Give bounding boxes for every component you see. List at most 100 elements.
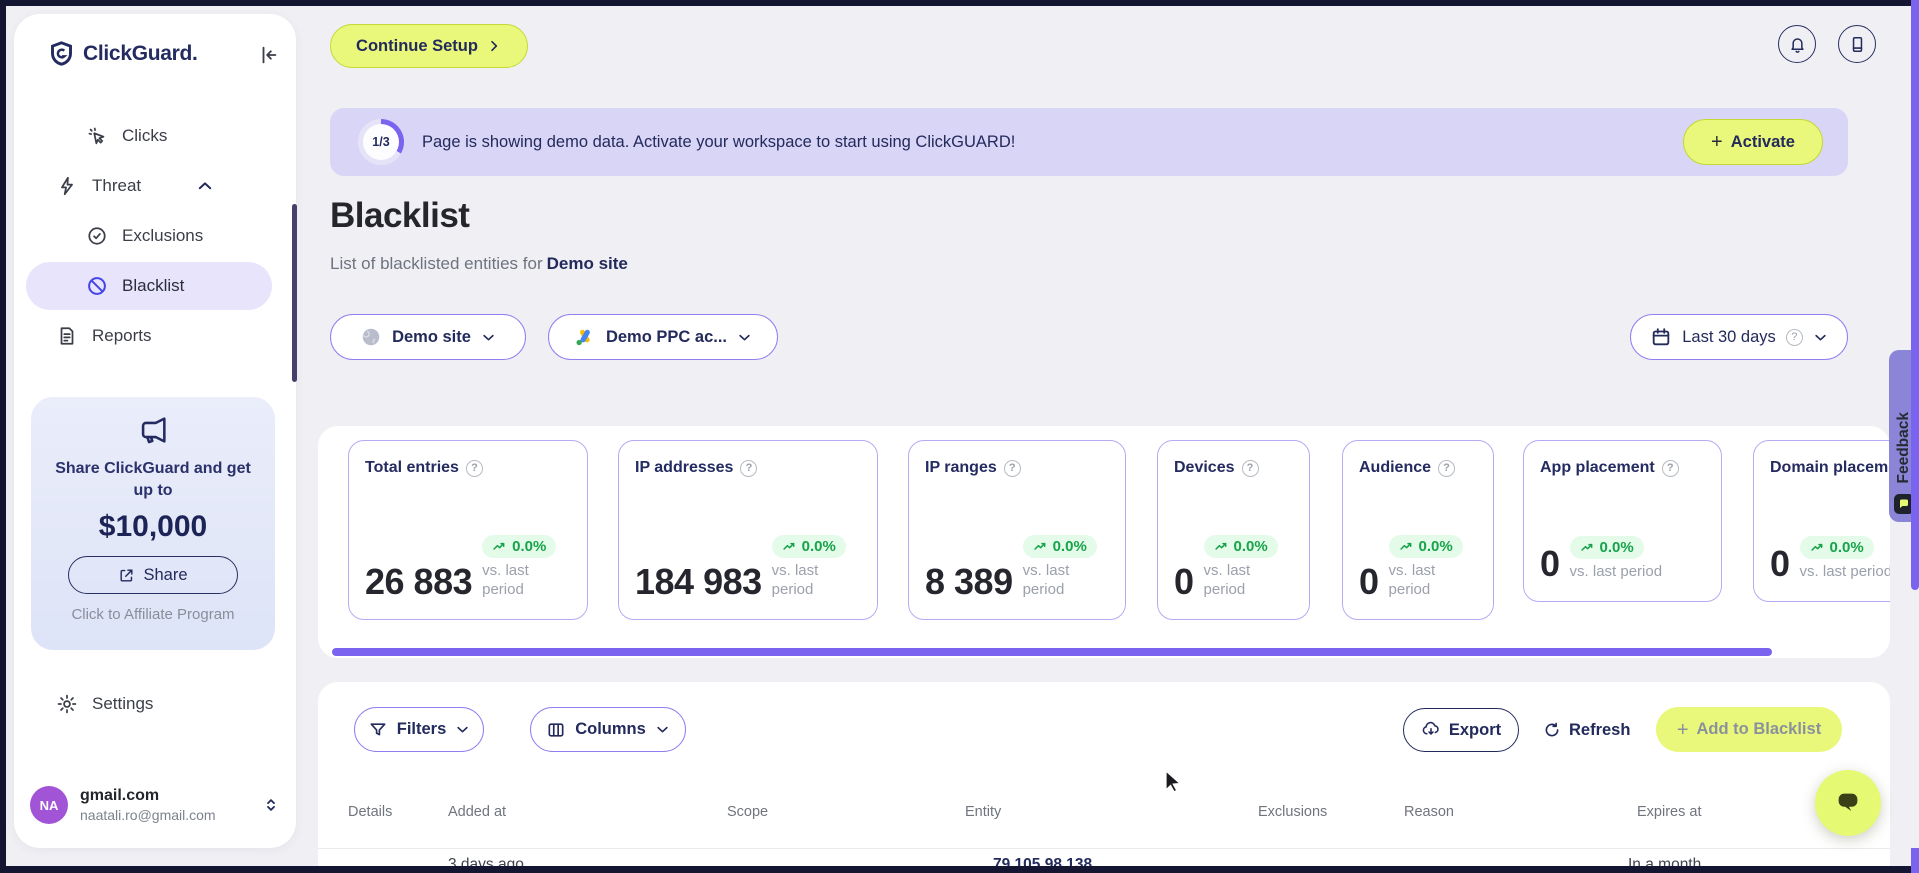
chevron-down-icon [483,334,494,340]
stat-value: 0 [1770,542,1790,584]
app-window: ClickGuard. Clicks Threat Exclusions Bla… [6,6,1919,866]
delta-note: vs. last period [1569,563,1663,580]
stat-card-audience: Audience? 0 0.0% vs. last period [1342,440,1494,620]
add-to-blacklist-button[interactable]: + Add to Blacklist [1656,707,1842,752]
promo-amount: $10,000 [98,510,208,543]
continue-setup-button[interactable]: Continue Setup [330,24,528,68]
cursor-click-icon [88,127,105,145]
sidebar-item-label: Threat [92,176,142,195]
delta-note: vs. last period [1022,562,1070,598]
stat-card-app-placement: App placement? 0 0.0% vs. last period [1523,440,1722,602]
account-name: gmail.com [80,787,160,804]
sidebar-collapse-icon[interactable] [258,44,280,66]
brand-name: ClickGuard. [83,41,198,65]
globe-icon [362,328,380,346]
stat-label: App placement [1540,459,1655,476]
cards-horizontal-scrollbar[interactable] [332,648,1772,656]
blacklist-table-panel: Filters Columns Export Refresh + Add to … [318,682,1890,866]
stat-card-domain-placement: Domain placement? 0 0.0% vs. last period [1753,440,1890,602]
clickguard-shield-icon [51,41,72,66]
google-ads-icon [576,329,590,346]
stat-label: Domain placement [1770,459,1890,476]
stats-panel: Total entries? 26 883 0.0% vs. last peri… [318,426,1890,658]
account-switcher[interactable]: NA gmail.com naatali.ro@gmail.com [30,786,280,824]
stat-label: IP ranges [925,459,997,476]
book-icon [1852,36,1862,52]
sidebar-item-label: Clicks [122,126,168,145]
delta-note: vs. last period [482,562,529,598]
sidebar-item-reports[interactable]: Reports [56,316,152,356]
sidebar-item-blacklist[interactable]: Blacklist [26,262,272,310]
sidebar-scrollbar[interactable] [292,204,297,382]
delta-badge: 0.0% [771,535,846,558]
column-header-entity[interactable]: Entity [965,804,1001,820]
sidebar-item-label: Settings [92,694,154,713]
help-icon[interactable]: ? [465,459,483,477]
refresh-button[interactable]: Refresh [1543,708,1630,752]
site-selector[interactable]: Demo site [330,314,526,360]
table-header-divider [318,848,1890,849]
brand-logo: ClickGuard. [48,40,198,67]
stat-value: 184 983 [635,560,762,602]
sidebar-item-settings[interactable]: Settings [56,684,153,724]
help-icon[interactable]: ? [1241,459,1259,477]
help-icon[interactable]: ? [1661,459,1679,477]
sidebar-item-label: Blacklist [122,276,185,295]
cloud-download-icon [1422,721,1439,735]
column-header-reason[interactable]: Reason [1404,804,1454,820]
stat-card-total-entries: Total entries? 26 883 0.0% vs. last peri… [348,440,588,620]
share-button[interactable]: Share [68,556,238,594]
columns-label: Columns [575,720,646,738]
delta-badge: 0.0% [1388,535,1463,558]
docs-button[interactable] [1838,25,1876,63]
column-header-expires-at[interactable]: Expires at [1637,804,1701,820]
calendar-icon [1652,328,1670,346]
affiliate-promo-card[interactable]: Share ClickGuard and get up to $10,000 S… [31,397,275,650]
sidebar-item-label: Reports [92,326,152,345]
cell-expires-at: In a month [1628,856,1702,866]
notifications-button[interactable] [1778,25,1816,63]
chevron-up-down-icon [267,799,275,811]
sidebar-item-exclusions[interactable]: Exclusions [86,216,203,256]
activate-button[interactable]: + Activate [1683,119,1823,165]
trend-up-icon [1810,543,1822,551]
column-header-scope[interactable]: Scope [727,804,768,820]
add-to-blacklist-label: Add to Blacklist [1696,720,1822,738]
sidebar-item-threat[interactable]: Threat [56,166,141,206]
date-range-selector[interactable]: Last 30 days ? [1630,314,1848,360]
chevron-down-icon [457,726,468,733]
ppc-account-selector[interactable]: Demo PPC ac... [548,314,778,360]
stat-label: Total entries [365,459,459,476]
stat-card-ip-addresses: IP addresses? 184 983 0.0% vs. last peri… [618,440,878,620]
stat-label: Devices [1174,459,1235,476]
plus-icon: + [1711,131,1723,153]
chat-launcher-button[interactable] [1815,770,1881,836]
column-header-added-at[interactable]: Added at [448,804,506,820]
page-vertical-scrollbar[interactable] [1911,0,1919,590]
stat-value: 0 [1174,560,1194,602]
columns-dropdown[interactable]: Columns [530,707,686,752]
trend-up-icon [1399,542,1411,550]
page-subtitle-text: List of blacklisted entities for [330,254,543,273]
bell-icon [1790,37,1804,53]
help-icon[interactable]: ? [1438,459,1456,477]
stat-card-devices: Devices? 0 0.0% vs. last period [1157,440,1310,620]
account-email: naatali.ro@gmail.com [80,807,216,823]
filters-dropdown[interactable]: Filters [354,707,484,752]
page-subtitle: List of blacklisted entities for Demo sit… [330,254,628,274]
site-selector-value: Demo site [392,327,471,346]
stat-card-ip-ranges: IP ranges? 8 389 0.0% vs. last period [908,440,1126,620]
column-header-details[interactable]: Details [348,804,392,820]
activate-label: Activate [1730,132,1795,151]
column-header-exclusions[interactable]: Exclusions [1258,804,1327,820]
sidebar: ClickGuard. Clicks Threat Exclusions Bla… [14,14,297,848]
delta-note: vs. last period [1799,563,1890,580]
sidebar-item-clicks[interactable]: Clicks [86,116,167,156]
chevron-up-icon[interactable] [196,177,214,195]
help-icon: ? [1785,328,1803,346]
delta-badge: 0.0% [1203,535,1278,558]
export-button[interactable]: Export [1403,708,1519,752]
page-vertical-scrollbar-segment[interactable] [1911,848,1919,873]
help-icon[interactable]: ? [1003,459,1021,477]
help-icon[interactable]: ? [740,459,758,477]
